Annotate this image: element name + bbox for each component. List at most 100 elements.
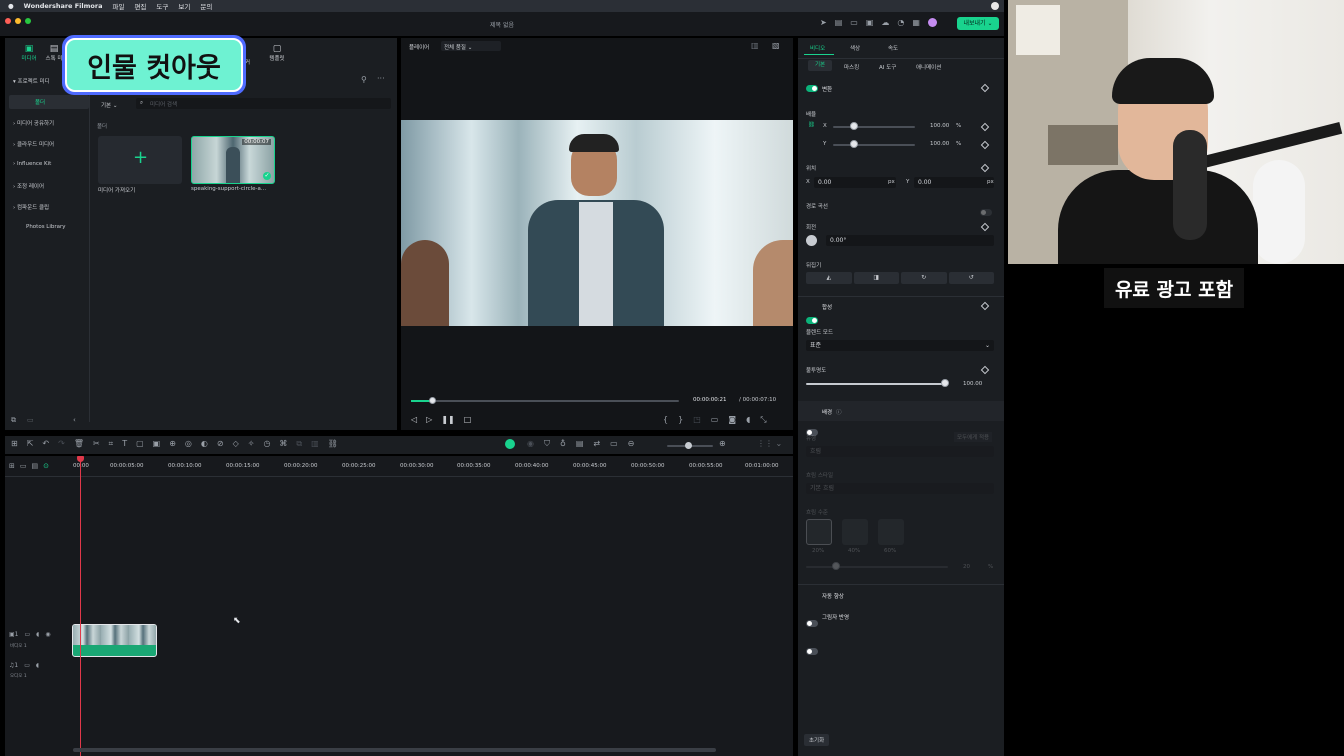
stop-icon[interactable]: □ bbox=[464, 415, 472, 424]
undo-icon[interactable]: ↶ bbox=[42, 439, 49, 449]
timer-icon[interactable]: ◷ bbox=[263, 439, 270, 449]
video-frame[interactable] bbox=[401, 120, 793, 326]
sort-dropdown[interactable]: 기본 ⌄ bbox=[101, 101, 117, 109]
volume-icon[interactable]: ◖ bbox=[746, 415, 750, 425]
blur-level-20[interactable] bbox=[806, 519, 832, 545]
track-height-icon[interactable]: ▤ bbox=[32, 462, 39, 470]
position-keyframe-icon[interactable] bbox=[980, 163, 990, 173]
more-options-icon[interactable]: ··· bbox=[377, 74, 385, 83]
blur-slider[interactable] bbox=[806, 566, 948, 568]
avatar[interactable] bbox=[927, 18, 937, 27]
import-media-button[interactable]: + bbox=[98, 136, 182, 184]
timeline-scrollbar[interactable] bbox=[73, 748, 716, 752]
scale-y-handle[interactable] bbox=[850, 140, 858, 148]
snapshot-icon[interactable]: ▧ bbox=[772, 41, 780, 50]
video-clip[interactable] bbox=[72, 624, 157, 657]
apple-icon[interactable]: ● bbox=[8, 2, 14, 10]
sidebar-item-cloud-media[interactable]: › 클라우드 미디어 bbox=[13, 140, 54, 148]
scale-y-value[interactable]: 100.00 bbox=[930, 141, 949, 147]
save-icon[interactable]: ▣ bbox=[866, 18, 874, 27]
sidebar-item-shared-media[interactable]: › 미디어 공유하기 bbox=[13, 119, 54, 127]
select-tool-icon[interactable]: ⇱ bbox=[27, 439, 34, 449]
ai-cut-icon[interactable]: ⌘ bbox=[279, 439, 287, 449]
video-track-eye-icon[interactable]: ◉ bbox=[45, 631, 50, 638]
track-manager-icon[interactable]: ▭ bbox=[20, 462, 27, 470]
zoom-in-icon[interactable]: ⊕ bbox=[719, 439, 726, 448]
effects-icon[interactable]: ✧ bbox=[248, 439, 255, 449]
position-y-field[interactable]: 0.00 bbox=[914, 177, 994, 188]
replace-icon[interactable]: ⇄ bbox=[593, 439, 600, 449]
rotate-dial[interactable] bbox=[806, 235, 817, 246]
rotate-left-icon[interactable]: ↺ bbox=[948, 272, 994, 284]
info-icon[interactable]: ⓘ bbox=[836, 408, 842, 416]
mic-icon[interactable]: ♁ bbox=[560, 439, 566, 449]
menu-edit[interactable]: 편집 bbox=[134, 1, 146, 11]
split-icon[interactable]: ✂ bbox=[93, 439, 100, 449]
link-track-icon[interactable]: ⊙ bbox=[43, 462, 49, 470]
drop-shadow-toggle[interactable] bbox=[806, 648, 818, 655]
composite-keyframe-icon[interactable] bbox=[980, 301, 990, 311]
folder-icon[interactable]: ▭ bbox=[27, 416, 34, 424]
menu-view[interactable]: 보기 bbox=[178, 1, 190, 11]
scale-x-keyframe-icon[interactable] bbox=[980, 122, 990, 132]
app-name[interactable]: Wondershare Filmora bbox=[24, 2, 103, 10]
composite-toggle[interactable] bbox=[806, 317, 818, 324]
detach-icon[interactable]: ⧉ bbox=[296, 439, 302, 449]
sidebar-item-adjustment-layer[interactable]: › 조정 레이어 bbox=[13, 182, 44, 190]
media-search-input[interactable]: ⌕ 미디어 검색 bbox=[136, 98, 391, 109]
collapse-panel-icon[interactable]: ‹ bbox=[73, 416, 76, 424]
snap-icon[interactable]: ▭ bbox=[610, 439, 618, 449]
sidebar-item-photos-library[interactable]: Photos Library bbox=[26, 224, 66, 230]
mark-in-icon[interactable]: { bbox=[663, 415, 668, 425]
link-scale-icon[interactable]: ⛓ bbox=[808, 122, 815, 128]
menu-tools[interactable]: 도구 bbox=[156, 1, 168, 11]
timeline-settings-icon[interactable]: ⋮⋮ ⌄ bbox=[757, 439, 782, 448]
zoom-handle[interactable] bbox=[685, 442, 692, 449]
menu-file[interactable]: 파일 bbox=[112, 1, 124, 11]
subtab-animation[interactable]: 애니메이션 bbox=[916, 63, 941, 71]
scrubber-handle[interactable] bbox=[429, 397, 437, 404]
sidebar-item-compound-clip[interactable]: › 컴파운드 클립 bbox=[13, 203, 49, 211]
rotate-right-icon[interactable]: ↻ bbox=[901, 272, 947, 284]
scale-y-keyframe-icon[interactable] bbox=[980, 140, 990, 150]
blur-level-40[interactable] bbox=[842, 519, 868, 545]
scale-y-slider[interactable] bbox=[833, 144, 915, 146]
group-icon[interactable]: ▥ bbox=[311, 439, 319, 449]
color-icon[interactable]: ◐ bbox=[201, 439, 208, 449]
blur-value[interactable]: 20 bbox=[963, 564, 970, 570]
bg-type-dropdown[interactable]: 흐림 bbox=[806, 446, 994, 457]
tab-color[interactable]: 색상 bbox=[850, 44, 860, 52]
voiceover-icon[interactable]: ▤ bbox=[576, 439, 584, 449]
tab-video[interactable]: 비디오 bbox=[810, 44, 825, 52]
playhead[interactable] bbox=[80, 456, 81, 756]
filter-icon[interactable]: ⚲ bbox=[361, 75, 367, 84]
record-icon[interactable]: ◉ bbox=[527, 439, 534, 449]
marker-icon[interactable]: ⛉ bbox=[544, 439, 550, 449]
previous-frame-icon[interactable]: ◁ bbox=[411, 415, 417, 424]
blur-style-dropdown[interactable]: 기본 흐림 bbox=[806, 483, 994, 494]
video-track-mute-icon[interactable]: ◖ bbox=[36, 631, 39, 638]
menu-help[interactable]: 문의 bbox=[200, 1, 212, 11]
subtab-masking[interactable]: 마스킹 bbox=[844, 63, 859, 71]
opacity-slider[interactable] bbox=[806, 383, 946, 385]
layout-icon[interactable]: ▤ bbox=[835, 18, 843, 27]
flip-horizontal-icon[interactable]: ◨ bbox=[853, 272, 899, 284]
sidebar-item-folder[interactable]: 폴더 bbox=[9, 95, 89, 109]
path-curve-toggle[interactable] bbox=[980, 209, 992, 216]
speed-icon[interactable]: ◎ bbox=[185, 439, 192, 449]
sidebar-item-influence-kit[interactable]: › Influence Kit bbox=[13, 161, 51, 167]
play-icon[interactable]: ▷ bbox=[426, 415, 432, 424]
subtab-ai-tools[interactable]: AI 도구 bbox=[879, 63, 896, 71]
send-icon[interactable]: ➤ bbox=[820, 18, 827, 27]
crop-icon[interactable]: ⌗ bbox=[109, 439, 114, 449]
monitor-icon[interactable]: ▭ bbox=[850, 18, 858, 27]
blur-level-60[interactable] bbox=[878, 519, 904, 545]
playback-scrubber[interactable] bbox=[411, 397, 679, 404]
scale-x-value[interactable]: 100.00 bbox=[930, 123, 949, 129]
position-x-field[interactable]: 0.00 bbox=[814, 177, 896, 188]
zoom-out-icon[interactable]: ⊖ bbox=[628, 439, 635, 449]
sidebar-item-project-media[interactable]: ▾ 프로젝트 미디 bbox=[13, 77, 50, 85]
text-icon[interactable]: T bbox=[122, 439, 127, 449]
blur-handle[interactable] bbox=[832, 562, 840, 570]
keyframe-icon[interactable]: ◇ bbox=[233, 439, 239, 449]
